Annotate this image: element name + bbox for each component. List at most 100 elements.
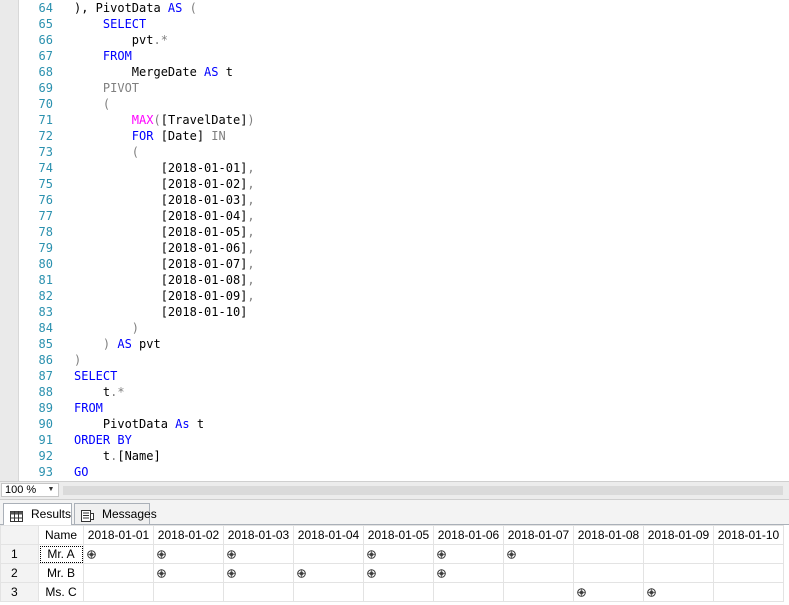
date-cell[interactable] — [363, 544, 434, 564]
line-number: 68 — [38, 65, 53, 79]
horizontal-scrollbar[interactable] — [63, 486, 783, 495]
code-token: [TravelDate] — [160, 113, 248, 127]
date-cell[interactable] — [153, 563, 224, 583]
grid-corner-cell[interactable] — [0, 525, 39, 545]
code-text: [2018-01-03], — [74, 192, 255, 208]
line-number: 72 — [38, 129, 53, 143]
date-cell[interactable] — [713, 544, 784, 564]
name-cell[interactable]: Ms. C — [38, 582, 84, 602]
date-cell[interactable] — [713, 563, 784, 583]
sql-editor[interactable]: 64), PivotData AS (65 SELECT 66 pvt.* 67 F… — [0, 0, 789, 481]
zoom-dropdown[interactable]: 100 % ▼ — [1, 483, 59, 497]
column-header[interactable]: 2018-01-05 — [363, 525, 434, 545]
column-header[interactable]: Name — [38, 525, 84, 545]
code-token: [Date] — [153, 129, 212, 143]
row-number[interactable]: 3 — [0, 582, 39, 602]
date-cell[interactable] — [713, 582, 784, 602]
code-text: PivotData As t — [74, 416, 204, 432]
tab-messages[interactable]: Messages — [74, 503, 157, 524]
code-token: , — [247, 177, 255, 191]
row-number[interactable]: 2 — [0, 563, 39, 583]
table-row[interactable]: 3 Ms. C — [0, 582, 784, 602]
code-token: [2018-01-03] — [74, 193, 248, 207]
value-marker-icon — [297, 569, 306, 579]
table-row[interactable]: 2 Mr. B — [0, 563, 784, 583]
code-token: [2018-01-07] — [74, 257, 248, 271]
date-cell[interactable] — [293, 563, 364, 583]
column-header[interactable]: 2018-01-02 — [153, 525, 224, 545]
date-cell[interactable] — [573, 563, 644, 583]
date-cell[interactable] — [83, 563, 154, 583]
column-header[interactable]: 2018-01-06 — [433, 525, 504, 545]
date-cell[interactable] — [433, 544, 504, 564]
table-row[interactable]: 1 Mr. A — [0, 544, 784, 564]
date-cell[interactable] — [293, 544, 364, 564]
date-cell[interactable] — [83, 544, 154, 564]
date-cell[interactable] — [643, 544, 714, 564]
code-token: As — [175, 417, 190, 431]
code-token: ) — [247, 113, 255, 127]
tab-results[interactable]: Results — [3, 503, 72, 525]
date-cell[interactable] — [363, 563, 434, 583]
column-header[interactable]: 2018-01-04 — [293, 525, 364, 545]
column-header[interactable]: 2018-01-01 — [83, 525, 154, 545]
code-line: 90 PivotData As t — [0, 416, 789, 432]
date-cell[interactable] — [223, 582, 294, 602]
value-marker-icon — [437, 550, 446, 560]
code-line: 66 pvt.* — [0, 32, 789, 48]
line-number: 76 — [38, 193, 53, 207]
date-cell[interactable] — [643, 582, 714, 602]
code-token: , — [247, 241, 255, 255]
line-number: 86 — [38, 353, 53, 367]
chevron-down-icon[interactable]: ▼ — [45, 484, 57, 496]
date-cell[interactable] — [293, 582, 364, 602]
column-header[interactable]: 2018-01-08 — [573, 525, 644, 545]
line-number: 92 — [38, 449, 53, 463]
date-cell[interactable] — [153, 544, 224, 564]
code-token: , — [247, 161, 255, 175]
line-number: 83 — [38, 305, 53, 319]
date-cell[interactable] — [433, 563, 504, 583]
date-cell[interactable] — [643, 563, 714, 583]
date-cell[interactable] — [223, 563, 294, 583]
line-number: 81 — [38, 273, 53, 287]
code-text: SELECT — [74, 16, 146, 32]
code-line: 74 [2018-01-01], — [0, 160, 789, 176]
line-number: 89 — [38, 401, 53, 415]
code-token: ), PivotData — [74, 1, 168, 15]
code-token: ( — [182, 1, 197, 15]
value-marker-icon — [647, 588, 656, 598]
code-line: 72 FOR [Date] IN — [0, 128, 789, 144]
line-number: 88 — [38, 385, 53, 399]
date-cell[interactable] — [503, 544, 574, 564]
code-line: 86) — [0, 352, 789, 368]
column-header[interactable]: 2018-01-10 — [713, 525, 784, 545]
code-text: ( — [74, 144, 139, 160]
row-number[interactable]: 1 — [0, 544, 39, 564]
code-line: 78 [2018-01-05], — [0, 224, 789, 240]
date-cell[interactable] — [363, 582, 434, 602]
date-cell[interactable] — [433, 582, 504, 602]
column-header[interactable]: 2018-01-09 — [643, 525, 714, 545]
column-header[interactable]: 2018-01-07 — [503, 525, 574, 545]
code-token: MAX — [131, 113, 154, 127]
date-cell[interactable] — [223, 544, 294, 564]
line-number: 77 — [38, 209, 53, 223]
code-line: 83 [2018-01-10] — [0, 304, 789, 320]
code-text: [2018-01-09], — [74, 288, 255, 304]
date-cell[interactable] — [83, 582, 154, 602]
messages-icon — [81, 508, 94, 522]
date-cell[interactable] — [503, 563, 574, 583]
grid-header-row: Name 2018-01-01 2018-01-02 2018-01-03 2018-0… — [0, 525, 784, 545]
date-cell[interactable] — [573, 544, 644, 564]
name-cell[interactable]: Mr. B — [38, 563, 84, 583]
column-header[interactable]: 2018-01-03 — [223, 525, 294, 545]
name-cell[interactable]: Mr. A — [38, 544, 84, 564]
date-cell[interactable] — [573, 582, 644, 602]
results-grid[interactable]: Name 2018-01-01 2018-01-02 2018-01-03 2018-0… — [0, 525, 789, 605]
date-cell[interactable] — [153, 582, 224, 602]
line-number: 78 — [38, 225, 53, 239]
date-cell[interactable] — [503, 582, 574, 602]
